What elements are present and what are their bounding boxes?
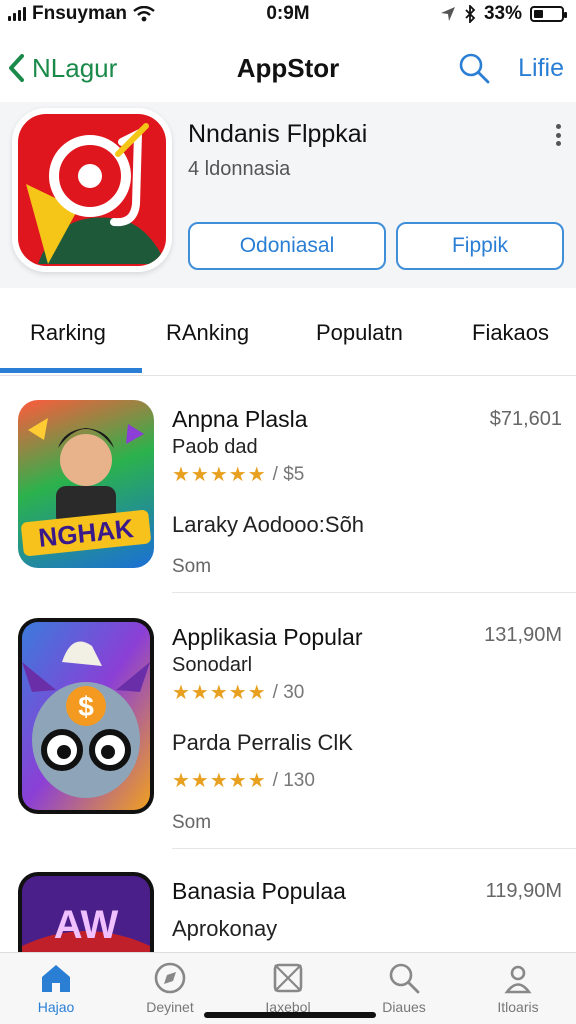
- location-icon: [440, 7, 455, 21]
- bottom-tab-bar: Hajao Deyinet Iaxebol Diaues Itloaris: [0, 952, 576, 1024]
- game-app-icon: AW: [18, 872, 154, 952]
- list-item[interactable]: $ Applikasia Popular Sonodarl ★★★★★ / 30…: [0, 594, 576, 848]
- divider: [172, 592, 576, 593]
- bluetooth-icon: [465, 5, 476, 23]
- person-icon: [504, 965, 532, 994]
- battery-icon: [530, 6, 567, 22]
- segment-tabs: Rarking RAnking Populatn Fiakaos: [0, 296, 576, 376]
- app-subtitle: Aprokonay: [172, 916, 278, 941]
- icon-label: $: [78, 691, 94, 722]
- icon-label: AW: [54, 903, 119, 947]
- icon-label: NGHAK: [37, 513, 135, 553]
- divider: [172, 848, 576, 849]
- app-subtitle: Paob dad: [172, 436, 258, 458]
- app-category: Som: [172, 812, 212, 833]
- list-item[interactable]: AW Banasia Populaa Aprokonay 119,90M: [0, 850, 576, 952]
- nav-action-button[interactable]: Lifie: [518, 54, 564, 83]
- more-options-icon[interactable]: [554, 124, 562, 146]
- carrier-label: Fnsuyman: [32, 3, 128, 24]
- tab-popular[interactable]: Populatn: [316, 320, 403, 346]
- rating-count: / 130: [272, 769, 315, 791]
- secondary-pill-button[interactable]: Fippik: [396, 222, 564, 270]
- game-app-icon: NGHAK: [18, 400, 154, 568]
- compass-icon: [154, 962, 186, 994]
- back-button[interactable]: NLagur: [6, 53, 117, 84]
- battery-fill: [534, 10, 543, 18]
- app-header: Nndanis Flppkai 4 ldonnasia Odoniasal Fi…: [0, 102, 576, 288]
- app-icon[interactable]: [12, 108, 172, 272]
- rating-stars: ★★★★★: [172, 682, 267, 704]
- signal-icon: [8, 7, 26, 21]
- list-item[interactable]: NGHAK Anpna Plasla Paob dad ★★★★★ / $5 L…: [0, 378, 576, 594]
- rating-stars: ★★★★★: [172, 770, 267, 792]
- app-description: Parda Perralis ClK: [172, 730, 353, 755]
- app-size: 119,90M: [485, 880, 562, 902]
- game-app-icon: $: [18, 618, 154, 814]
- app-subtitle: Sonodarl: [172, 654, 253, 676]
- rating-count: / 30: [272, 681, 305, 703]
- app-name: Anpna Plasla: [172, 406, 308, 432]
- tab-indicator: [0, 368, 142, 373]
- app-size: 131,90M: [484, 624, 562, 646]
- tabbar-item-box[interactable]: Iaxebol: [238, 959, 338, 1015]
- primary-pill-button[interactable]: Odoniasal: [188, 222, 386, 270]
- rating: ★★★★★ / 30: [172, 680, 304, 705]
- status-bar: Fnsuyman 0:9M 33%: [0, 0, 576, 28]
- rating-secondary: ★★★★★ / 130: [172, 768, 315, 793]
- app-subtitle: 4 ldonnasia: [188, 158, 291, 180]
- status-left: Fnsuyman: [8, 3, 155, 25]
- search-icon[interactable]: [456, 50, 492, 86]
- navigation-bar: NLagur AppStor Lifie: [0, 36, 576, 100]
- character-icon: NGHAK: [21, 418, 151, 557]
- app-list: NGHAK Anpna Plasla Paob dad ★★★★★ / $5 L…: [0, 378, 576, 952]
- tab-ranking-2[interactable]: RAnking: [166, 320, 249, 346]
- tabbar-label: Diaues: [382, 999, 426, 1015]
- tabbar-label: Itloaris: [497, 999, 539, 1015]
- bird-character-icon: $: [22, 622, 150, 810]
- tabbar-item-profile[interactable]: Itloaris: [468, 959, 568, 1015]
- rating: ★★★★★ / $5: [172, 462, 304, 487]
- home-indicator: [204, 1012, 376, 1018]
- rating-stars: ★★★★★: [172, 464, 267, 486]
- music-target-icon: [26, 123, 166, 264]
- app-name: Applikasia Popular: [172, 624, 363, 650]
- home-icon: [42, 965, 70, 992]
- tabbar-item-home[interactable]: Hajao: [6, 959, 106, 1015]
- tabbar-label: Hajao: [37, 999, 75, 1015]
- app-description: Laraky Aodooo:Sõh: [172, 512, 365, 537]
- tabbar-item-discover[interactable]: Deyinet: [120, 959, 220, 1015]
- app-name: Banasia Populaa: [172, 878, 346, 904]
- status-right: 33%: [440, 3, 567, 25]
- box-icon: [273, 963, 303, 993]
- battery-percent: 33%: [483, 3, 522, 24]
- title-art-icon: AW: [22, 876, 150, 952]
- rating-count: / $5: [272, 463, 305, 485]
- app-title: Nndanis Flppkai: [188, 120, 368, 148]
- tab-ranking-1[interactable]: Rarking: [30, 320, 106, 346]
- tab-fiakaos[interactable]: Fiakaos: [472, 320, 549, 346]
- search-icon: [389, 963, 420, 994]
- app-category: Som: [172, 556, 212, 577]
- tabbar-label: Deyinet: [146, 999, 194, 1015]
- back-label: NLagur: [32, 52, 118, 83]
- wifi-icon: [133, 6, 155, 22]
- tabbar-item-search[interactable]: Diaues: [354, 959, 454, 1015]
- chevron-left-icon: [9, 54, 24, 82]
- app-price: $71,601: [489, 408, 562, 430]
